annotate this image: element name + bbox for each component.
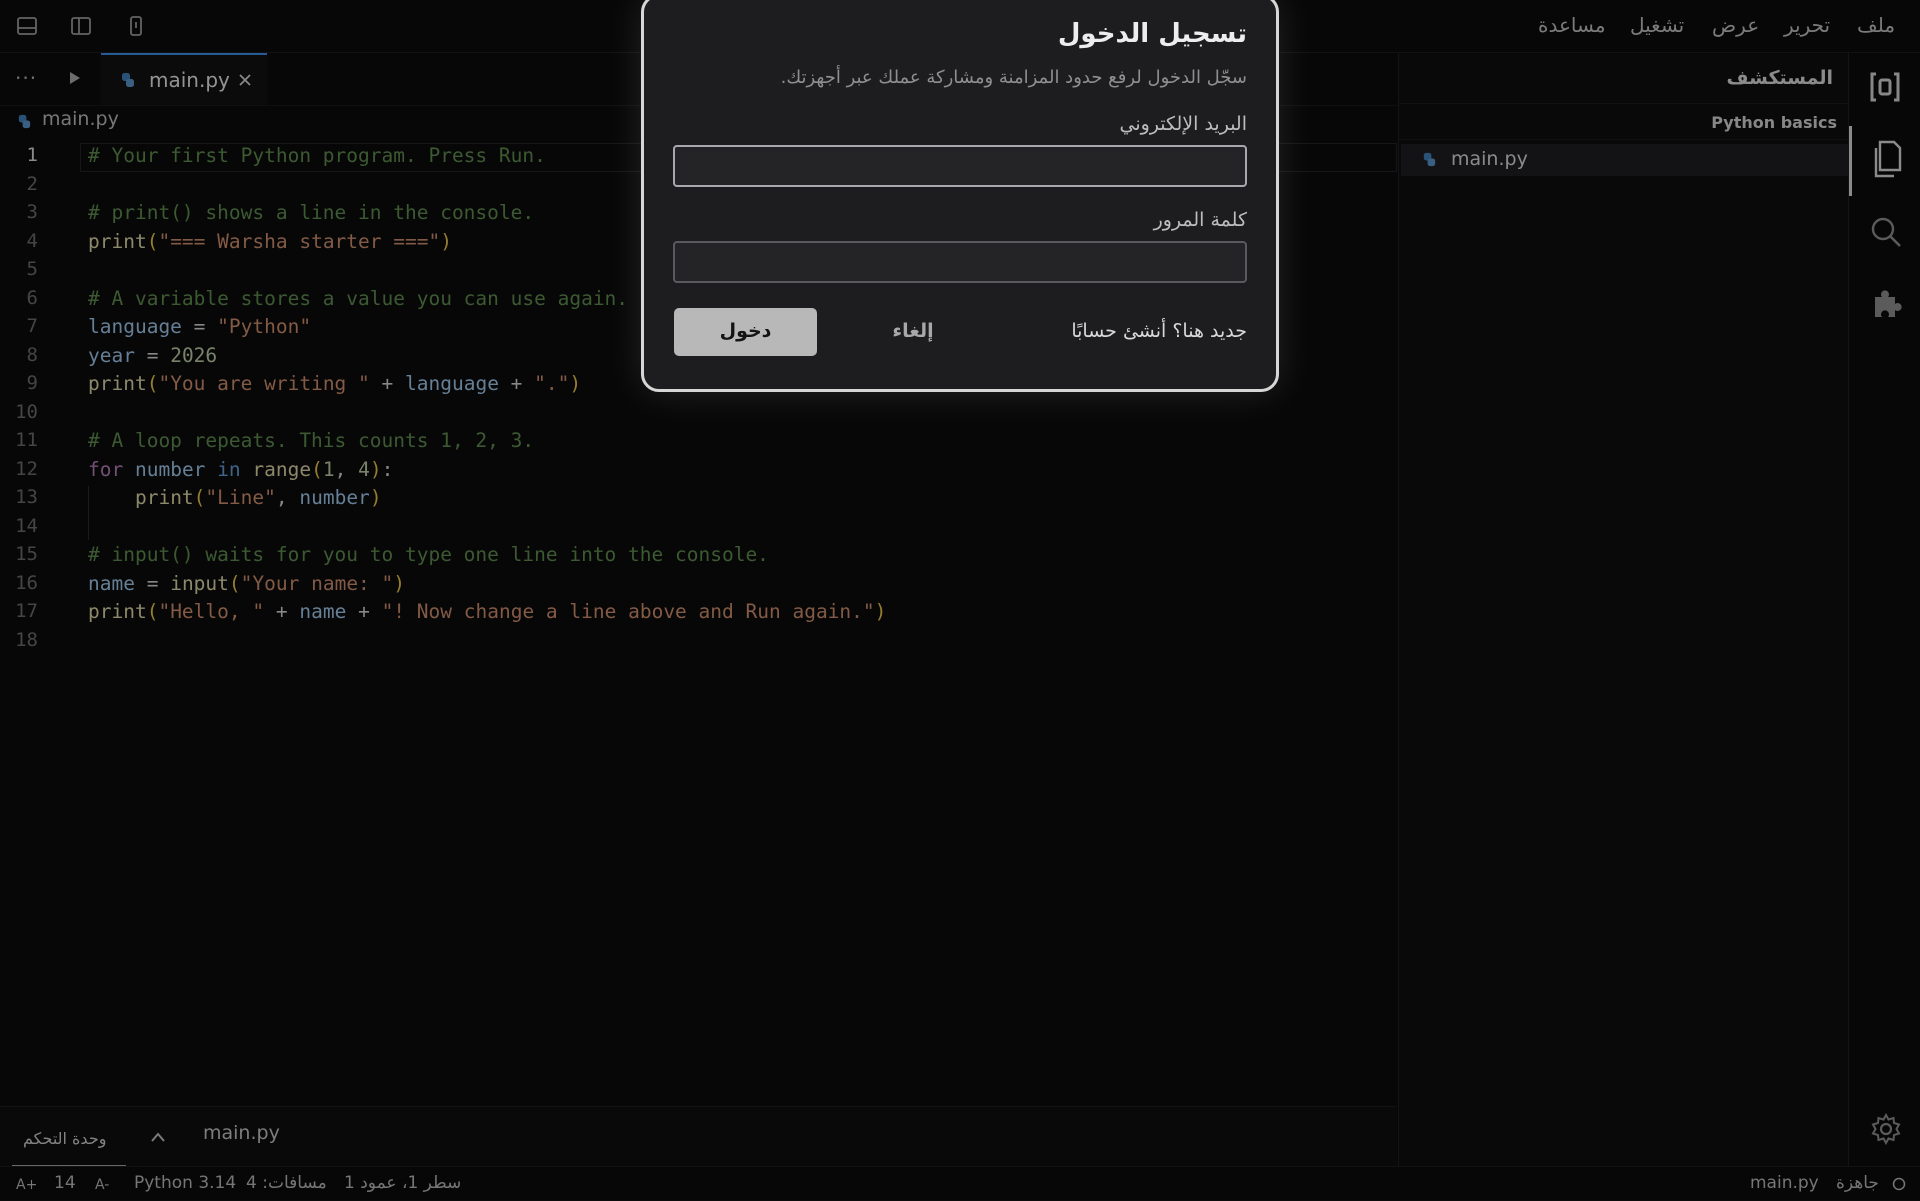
login-button-label: دخول: [719, 320, 772, 342]
password-input[interactable]: [673, 241, 1247, 283]
signup-link[interactable]: جديد هنا؟ أنشئ حسابًا: [1071, 320, 1247, 342]
login-button[interactable]: دخول: [674, 308, 817, 356]
email-label: البريد الإلكتروني: [1119, 113, 1248, 135]
cancel-button-label: إلغاء: [892, 320, 934, 342]
login-dialog: تسجيل الدخول سجّل الدخول لرفع حدود المزا…: [641, 0, 1279, 392]
dialog-subtitle: سجّل الدخول لرفع حدود المزامنة ومشاركة ع…: [780, 67, 1247, 88]
email-input[interactable]: [673, 145, 1247, 187]
dialog-title: تسجيل الدخول: [1057, 19, 1247, 49]
password-label: كلمة المرور: [1153, 209, 1247, 231]
cancel-button[interactable]: إلغاء: [868, 308, 958, 356]
